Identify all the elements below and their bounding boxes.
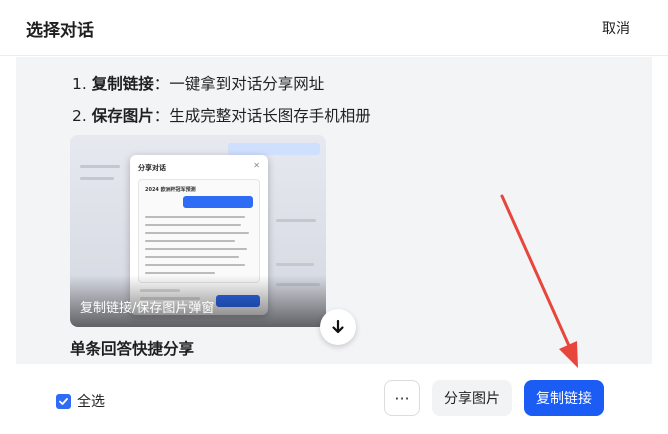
- preview-bg-line: [80, 165, 120, 168]
- preview-card-line: [145, 264, 245, 266]
- dialog-title: 选择对话: [26, 21, 94, 41]
- steps-list: 1. 复制链接：一键拿到对话分享网址 2. 保存图片：生成完整对话长图存手机相册: [72, 73, 371, 137]
- dialog-header: 选择对话 取消: [0, 0, 668, 56]
- scroll-down-button[interactable]: [320, 309, 356, 345]
- step-item: 2. 保存图片：生成完整对话长图存手机相册: [72, 105, 371, 137]
- cancel-button[interactable]: 取消: [602, 18, 630, 38]
- preview-image: 分享对话 ✕ 2024 欧洲杯冠军预测 复制链接/保存图片弹窗: [70, 135, 326, 327]
- preview-caption: 复制链接/保存图片弹窗: [80, 301, 215, 316]
- dialog-body[interactable]: 1. 复制链接：一键拿到对话分享网址 2. 保存图片：生成完整对话长图存手机相册…: [16, 57, 652, 364]
- more-options-button[interactable]: ···: [384, 380, 420, 416]
- copy-link-button[interactable]: 复制链接: [524, 380, 604, 416]
- select-all-checkbox[interactable]: 全选: [56, 391, 105, 411]
- preview-modal-title: 分享对话: [138, 164, 166, 172]
- preview-modal-card: 2024 欧洲杯冠军预测: [138, 179, 260, 283]
- step-description: ：一键拿到对话分享网址: [153, 75, 325, 93]
- preview-bg-line: [80, 177, 114, 180]
- step-keyword: 复制链接: [91, 75, 154, 93]
- preview-card-title: 2024 欧洲杯冠军预测: [145, 187, 196, 193]
- preview-card-line: [145, 232, 249, 234]
- preview-card-line: [145, 216, 245, 218]
- step-description: ：生成完整对话长图存手机相册: [153, 107, 371, 125]
- step-item: 1. 复制链接：一键拿到对话分享网址: [72, 73, 371, 105]
- step-number: 1.: [72, 75, 92, 93]
- preview-card-line: [145, 224, 241, 226]
- preview-bg-bubble: [228, 143, 320, 155]
- share-image-button[interactable]: 分享图片: [432, 380, 512, 416]
- preview-card-bubble: [183, 196, 253, 208]
- select-conversation-dialog: 选择对话 取消 1. 复制链接：一键拿到对话分享网址 2. 保存图片：生成完整对…: [0, 0, 668, 434]
- preview-card-line: [145, 272, 215, 274]
- preview-card-line: [145, 240, 235, 242]
- arrow-down-icon: [332, 319, 344, 334]
- check-icon[interactable]: [56, 393, 71, 409]
- section-title: 单条回答快捷分享: [70, 340, 195, 358]
- preview-bg-line: [276, 219, 316, 222]
- preview-card-line: [145, 248, 247, 250]
- step-number: 2.: [72, 107, 92, 125]
- preview-bg-line: [276, 263, 314, 266]
- step-keyword: 保存图片: [91, 107, 154, 125]
- select-all-label: 全选: [77, 394, 105, 410]
- close-icon: ✕: [253, 161, 260, 170]
- dialog-footer: 全选 ··· 分享图片 复制链接: [0, 364, 668, 434]
- preview-card-line: [145, 256, 239, 258]
